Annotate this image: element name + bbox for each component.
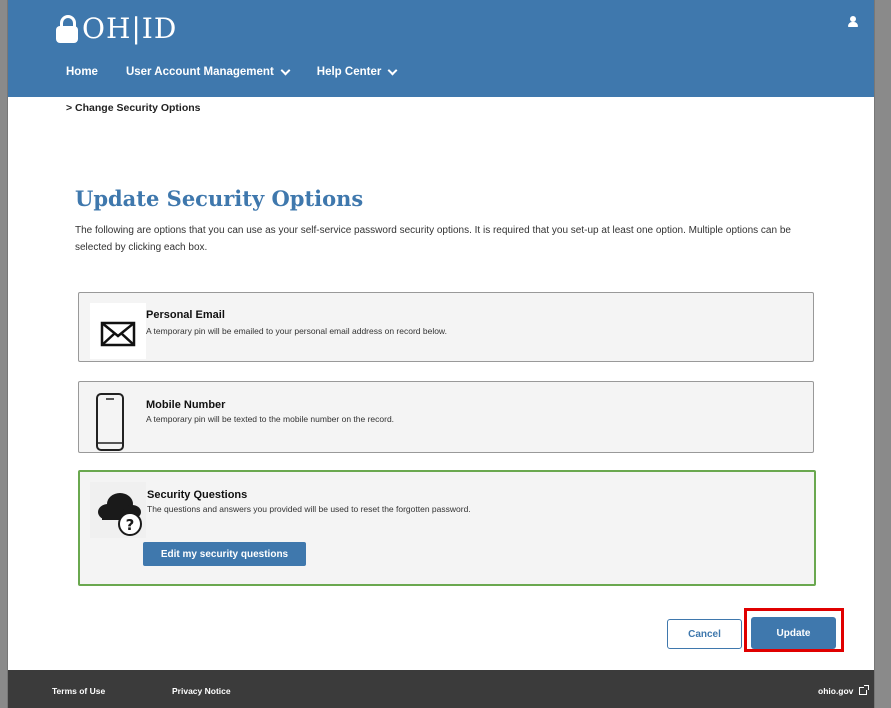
option-mobile-number[interactable]: Mobile Number A temporary pin will be te…	[78, 381, 814, 453]
cloud-question-icon: ?	[90, 482, 146, 538]
svg-text:?: ?	[126, 516, 135, 534]
edit-security-questions-button[interactable]: Edit my security questions	[143, 542, 306, 566]
ohid-logo[interactable]: OH|ID	[56, 12, 177, 45]
option-security-questions[interactable]: ? Security Questions The questions and a…	[78, 470, 816, 586]
brand-name: OH|ID	[82, 12, 178, 45]
option-title: Mobile Number	[146, 399, 226, 411]
option-description: The questions and answers you provided w…	[147, 504, 471, 514]
page-description: The following are options that you can u…	[75, 225, 791, 253]
option-title: Security Questions	[147, 489, 248, 501]
main-nav: Home User Account Management Help Center	[66, 65, 424, 78]
site-header: OH|ID Home User Account Management Help …	[8, 0, 874, 97]
nav-help-center-label: Help Center	[316, 66, 382, 78]
update-highlight-box	[744, 608, 844, 652]
footer-ohio-gov-link[interactable]: ohio.gov	[818, 685, 870, 696]
mobile-phone-icon	[90, 390, 130, 452]
envelope-icon	[90, 303, 146, 359]
external-link-icon	[859, 685, 870, 695]
option-description: A temporary pin will be emailed to your …	[146, 326, 447, 336]
nav-user-account-management[interactable]: User Account Management	[125, 65, 291, 78]
footer-privacy-link[interactable]: Privacy Notice	[172, 686, 231, 696]
option-title: Personal Email	[146, 309, 225, 321]
option-description: A temporary pin will be texted to the mo…	[146, 414, 395, 424]
cancel-button[interactable]: Cancel	[667, 619, 742, 649]
page-title: Update Security Options	[75, 186, 364, 211]
footer-terms-link[interactable]: Terms of Use	[52, 686, 105, 696]
footer-site-label: ohio.gov	[818, 686, 854, 696]
page-frame: OH|ID Home User Account Management Help …	[8, 0, 874, 708]
option-personal-email[interactable]: Personal Email A temporary pin will be e…	[78, 292, 814, 362]
breadcrumb[interactable]: > Change Security Options	[66, 102, 201, 114]
user-icon[interactable]	[848, 16, 858, 28]
nav-help-center[interactable]: Help Center	[316, 65, 398, 78]
chevron-down-icon	[387, 65, 398, 75]
nav-home-label: Home	[66, 66, 98, 78]
chevron-down-icon	[280, 65, 291, 75]
lock-icon	[56, 14, 78, 43]
nav-home[interactable]: Home	[66, 66, 98, 78]
nav-user-account-label: User Account Management	[125, 66, 274, 78]
site-footer: Terms of Use Privacy Notice ohio.gov	[8, 670, 874, 708]
